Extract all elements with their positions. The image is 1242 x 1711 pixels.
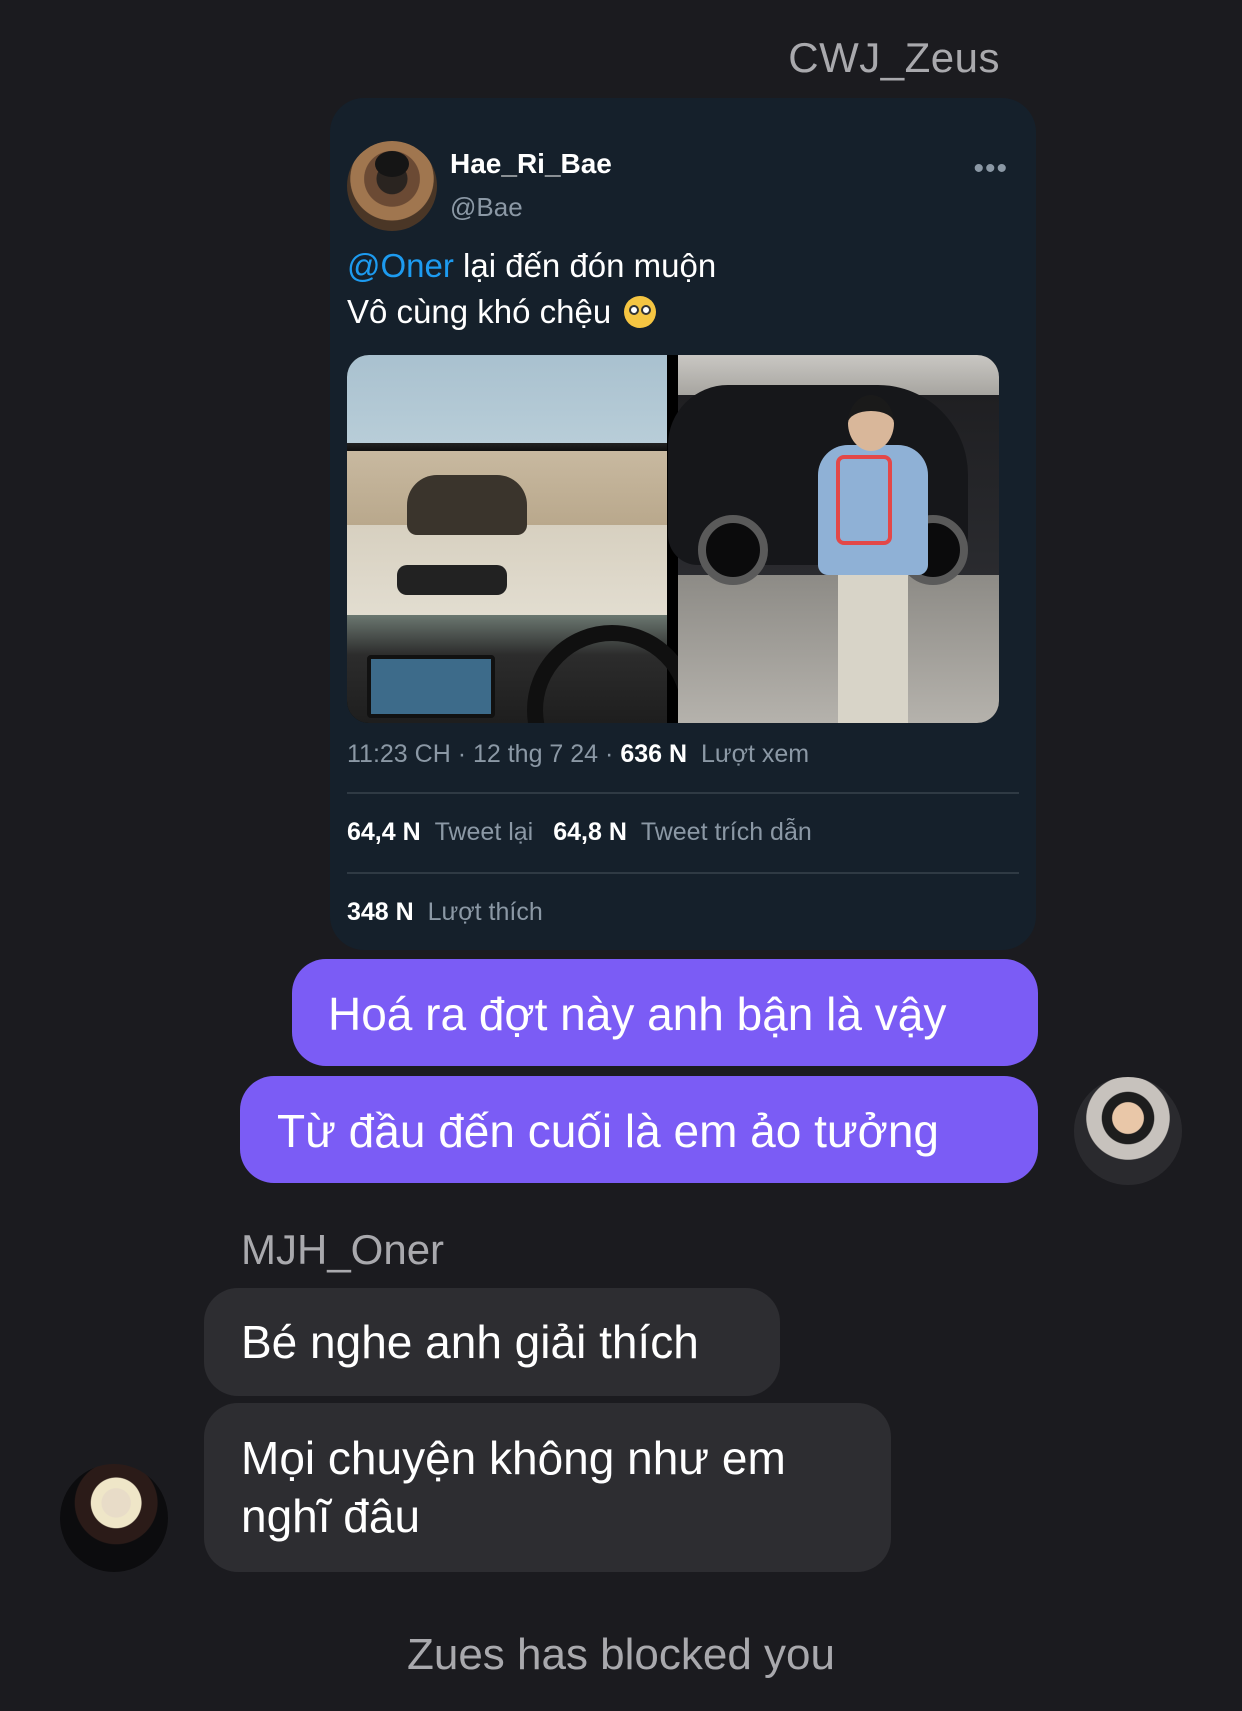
tweet-mention-link[interactable]: @Oner xyxy=(347,247,454,284)
car-interior-photo[interactable] xyxy=(347,355,697,723)
tweet-author-avatar[interactable] xyxy=(347,141,437,231)
retweets-count[interactable]: 64,4 N xyxy=(347,818,421,846)
incoming-message-bubble[interactable]: Bé nghe anh giải thích xyxy=(204,1288,780,1396)
tweet-views-count: 636 N xyxy=(620,740,688,768)
tweet-text-line2: Vô cùng khó chệu xyxy=(347,293,612,330)
divider xyxy=(347,872,1019,874)
shared-tweet-card[interactable]: Hae_Ri_Bae @Bae ••• @Oner lại đến đón mu… xyxy=(330,98,1036,950)
sender-avatar-oner[interactable] xyxy=(60,1464,168,1572)
tweet-views-label: Lượt xem xyxy=(700,740,810,768)
tweet-media-grid xyxy=(347,355,999,723)
likes-count[interactable]: 348 N xyxy=(347,898,414,926)
tweet-retweet-stats: 64,4 N Tweet lại 64,8 N Tweet trích dẫn xyxy=(347,818,812,847)
tweet-time-date: 11:23 CH · 12 thg 7 24 · xyxy=(347,740,621,768)
tweet-text: @Oner lại đến đón muộn Vô cùng khó chệu xyxy=(347,243,987,335)
tweet-text-line1: lại đến đón muộn xyxy=(453,247,717,284)
more-options-icon[interactable]: ••• xyxy=(973,152,1008,186)
tweet-meta: 11:23 CH · 12 thg 7 24 · 636 N Lượt xem xyxy=(347,740,809,769)
sender-avatar-zeus[interactable] xyxy=(1074,1077,1182,1185)
outgoing-message-bubble[interactable]: Hoá ra đợt này anh bận là vậy xyxy=(292,959,1038,1066)
quotes-count[interactable]: 64,8 N xyxy=(553,818,627,846)
quotes-label[interactable]: Tweet trích dẫn xyxy=(641,818,812,846)
blocked-system-notice: Zues has blocked you xyxy=(406,1630,836,1679)
incoming-message-bubble[interactable]: Mọi chuyện không như em nghĩ đâu xyxy=(204,1403,891,1572)
retweets-label[interactable]: Tweet lại xyxy=(435,818,534,846)
rolling-eyes-emoji-icon xyxy=(624,296,657,328)
tweet-author-name[interactable]: Hae_Ri_Bae xyxy=(450,148,612,180)
tweet-author-handle: @Bae xyxy=(450,192,523,222)
sender-name-mjh-oner: MJH_Oner xyxy=(241,1226,445,1273)
likes-label[interactable]: Lượt thích xyxy=(428,898,543,926)
outgoing-message-bubble[interactable]: Từ đầu đến cuối là em ảo tưởng xyxy=(240,1076,1038,1183)
divider xyxy=(347,792,1019,794)
sender-name-top: CWJ_Zeus xyxy=(788,34,1000,81)
tweet-like-stats: 348 N Lượt thích xyxy=(347,898,543,927)
man-standing-by-car-photo[interactable] xyxy=(668,355,999,723)
